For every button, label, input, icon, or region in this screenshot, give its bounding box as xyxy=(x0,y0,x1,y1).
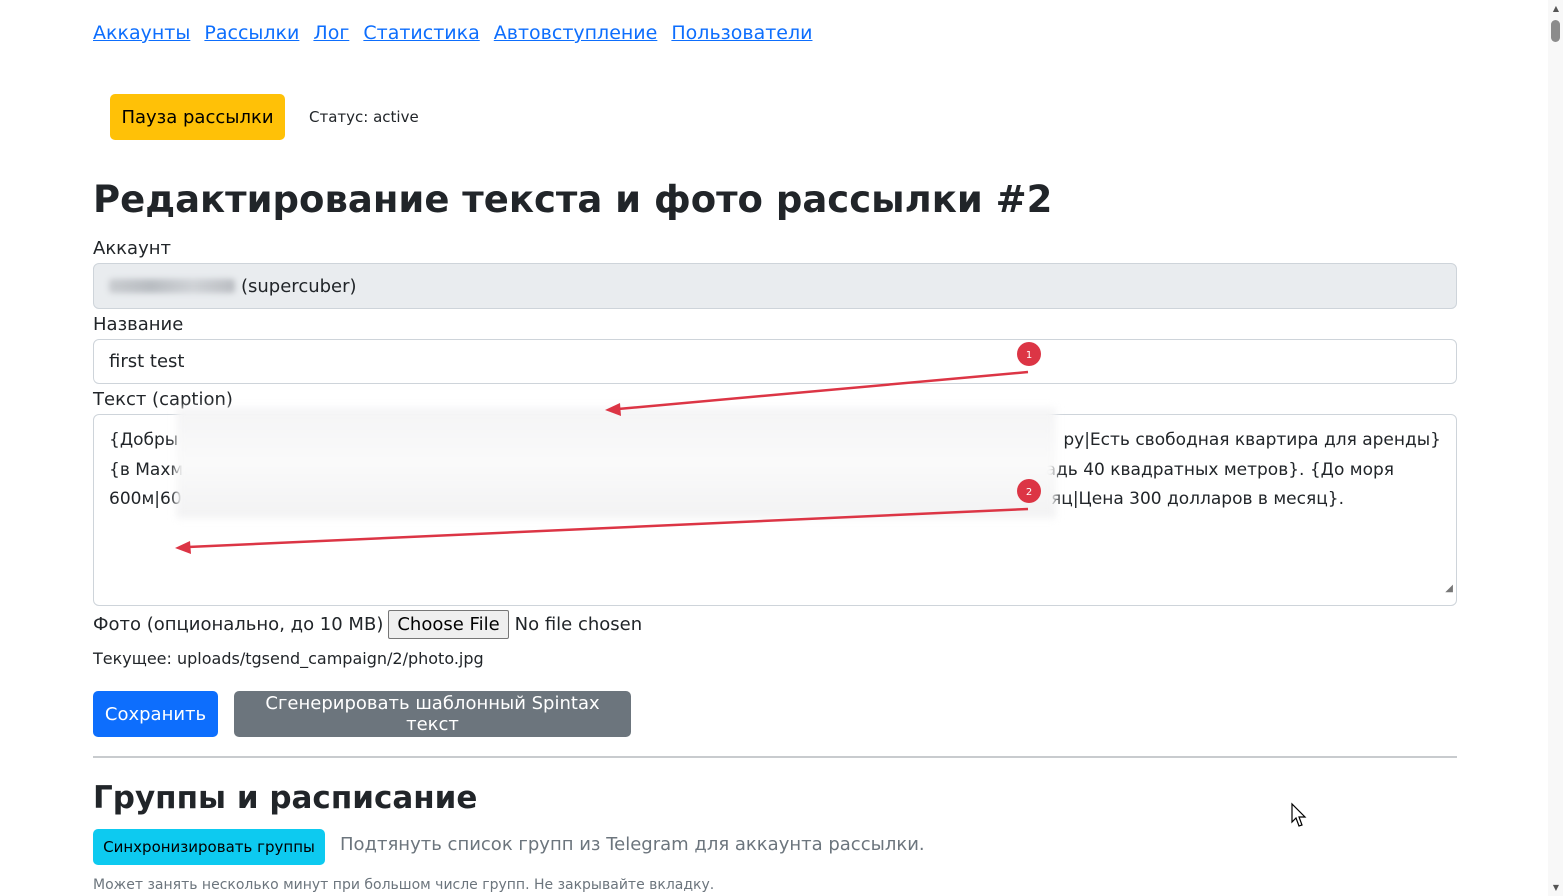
mouse-cursor-icon xyxy=(1291,802,1307,827)
scroll-up-icon[interactable]: ▲ xyxy=(1553,4,1559,13)
scrollbar[interactable]: ▲ ▼ xyxy=(1548,0,1563,896)
marker-1-label: 1 xyxy=(1026,350,1032,361)
marker-2-icon: 2 xyxy=(1017,479,1041,503)
scroll-thumb[interactable] xyxy=(1551,20,1560,42)
scroll-down-icon[interactable]: ▼ xyxy=(1553,883,1559,892)
marker-1-icon: 1 xyxy=(1017,342,1041,366)
marker-2-label: 2 xyxy=(1026,487,1032,498)
arrow-2 xyxy=(175,507,1029,554)
annotation-overlay: 1 2 xyxy=(175,342,1041,554)
arrow-1 xyxy=(605,370,1029,416)
